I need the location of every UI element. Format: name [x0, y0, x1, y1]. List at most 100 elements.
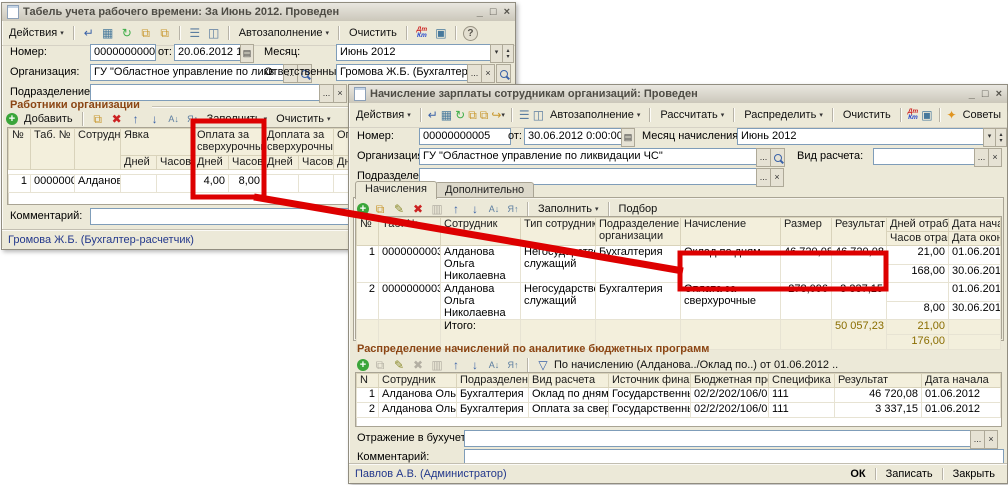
maximize-icon[interactable]: □: [490, 6, 497, 18]
month-spinner[interactable]: ▴▾: [995, 128, 1007, 147]
calc-kind-clear-icon[interactable]: ×: [988, 148, 1002, 167]
refresh-icon[interactable]: ↻: [455, 108, 465, 123]
copy-row-icon[interactable]: ⧉: [90, 112, 106, 127]
tips-button[interactable]: Советы: [960, 108, 1004, 122]
show-movements-icon[interactable]: ▦: [100, 26, 116, 41]
register-records-icon[interactable]: ▣: [921, 108, 932, 123]
split-view-icon[interactable]: ◫: [206, 26, 222, 41]
save-row-icon[interactable]: ▥: [429, 358, 445, 373]
move-down-icon[interactable]: ↓: [467, 202, 483, 217]
copy-icon[interactable]: ⧉: [468, 108, 477, 123]
timesheet-titlebar[interactable]: Табель учета рабочего времени: За Июнь 2…: [2, 3, 515, 21]
department-clear-icon[interactable]: ×: [333, 84, 347, 103]
add-row-button[interactable]: Добавить: [21, 112, 76, 126]
move-down-icon[interactable]: ↓: [467, 358, 483, 373]
department-lookup-button[interactable]: ...: [756, 168, 771, 187]
refresh-icon[interactable]: ↻: [119, 26, 135, 41]
fill-button[interactable]: Заполнить▾: [535, 202, 602, 216]
responsible-clear-icon[interactable]: ×: [481, 64, 495, 83]
organization-input[interactable]: ГУ "Областное управление по ликв: [90, 64, 290, 81]
responsible-search-icon[interactable]: [496, 64, 511, 83]
clear-button[interactable]: Очистить: [346, 26, 400, 40]
minimize-icon[interactable]: _: [477, 6, 483, 18]
save-button[interactable]: Записать: [880, 468, 939, 480]
move-up-icon[interactable]: ↑: [128, 112, 144, 127]
payroll-titlebar[interactable]: Начисление зарплаты сотрудникам организа…: [349, 85, 1007, 103]
minimize-icon[interactable]: _: [969, 88, 975, 100]
delete-row-icon[interactable]: ✖: [410, 202, 426, 217]
organization-lookup-button[interactable]: ...: [756, 148, 771, 167]
list-icon[interactable]: ☰: [187, 26, 203, 41]
move-up-icon[interactable]: ↑: [448, 358, 464, 373]
add-row-icon[interactable]: +: [357, 359, 369, 371]
date-input[interactable]: 30.06.2012 0:00:00: [524, 128, 627, 145]
ok-button[interactable]: ОК: [844, 468, 871, 480]
date-input[interactable]: 20.06.2012 12:00:00: [174, 44, 246, 61]
reflection-clear-icon[interactable]: ×: [984, 430, 998, 449]
department-lookup-button[interactable]: ...: [319, 84, 334, 103]
reflection-input[interactable]: [464, 430, 977, 447]
autofill-button[interactable]: Автозаполнение▾: [236, 26, 332, 40]
calendar-picker-icon[interactable]: ▤: [621, 128, 635, 147]
close-button[interactable]: Закрыть: [947, 468, 1001, 480]
save-row-icon[interactable]: ▥: [429, 202, 445, 217]
clear-button[interactable]: Очистить: [840, 108, 894, 122]
actions-button[interactable]: Действия▾: [353, 108, 414, 122]
post-document-icon[interactable]: ↵: [428, 108, 438, 123]
maximize-icon[interactable]: □: [982, 88, 989, 100]
actions-button[interactable]: Действия▾: [6, 26, 67, 40]
move-down-icon[interactable]: ↓: [147, 112, 163, 127]
copy-row-icon[interactable]: ⧉: [372, 202, 388, 217]
sort-desc-icon[interactable]: Я↑: [505, 202, 521, 217]
copy-row-icon[interactable]: ⧉: [372, 358, 388, 373]
show-movements-icon[interactable]: ▦: [441, 108, 452, 123]
list-icon[interactable]: ☰: [519, 108, 530, 123]
copy-new-icon[interactable]: ⧉: [480, 108, 489, 123]
sort-asc-icon[interactable]: А↓: [486, 358, 502, 373]
reflection-lookup-button[interactable]: ...: [970, 430, 985, 449]
edit-row-icon[interactable]: ✎: [391, 358, 407, 373]
delete-row-icon[interactable]: ✖: [109, 112, 125, 127]
add-row-icon[interactable]: +: [6, 113, 18, 125]
add-row-icon[interactable]: +: [357, 203, 369, 215]
month-spinner[interactable]: ▴▾: [502, 44, 514, 63]
copy-new-icon[interactable]: ⧉: [157, 26, 173, 41]
tips-icon[interactable]: ✦: [947, 108, 957, 123]
post-document-icon[interactable]: ↵: [81, 26, 97, 41]
calculate-button[interactable]: Рассчитать▾: [657, 108, 727, 122]
table-row[interactable]: 2 Алданова Ольга ... Бухгалтерия Оплата …: [357, 403, 1001, 418]
month-input[interactable]: Июнь 2012: [737, 128, 989, 145]
department-clear-icon[interactable]: ×: [770, 168, 784, 187]
copy-icon[interactable]: ⧉: [138, 26, 154, 41]
calc-kind-lookup-button[interactable]: ...: [974, 148, 989, 167]
distribute-button[interactable]: Распределить▾: [741, 108, 826, 122]
filter-icon[interactable]: ▽: [535, 358, 551, 373]
fill-button[interactable]: Заполнить▾: [204, 112, 271, 126]
clear-rows-button[interactable]: Очистить▾: [273, 112, 333, 126]
debit-credit-icon[interactable]: ДтКт: [908, 108, 918, 123]
responsible-input[interactable]: Громова Ж.Б. (Бухгалтер-расчетч: [336, 64, 474, 81]
tab-additional[interactable]: Дополнительно: [435, 182, 534, 198]
split-view-icon[interactable]: ◫: [533, 108, 544, 123]
number-input[interactable]: 00000000004: [90, 44, 156, 61]
organization-input[interactable]: ГУ "Областное управление по ликвидации Ч…: [419, 148, 763, 165]
sort-asc-icon[interactable]: А↓: [166, 112, 182, 127]
sort-desc-icon[interactable]: Я↑: [505, 358, 521, 373]
delete-row-icon[interactable]: ✖: [410, 358, 426, 373]
debit-credit-icon[interactable]: ДтКт: [414, 26, 430, 41]
close-icon[interactable]: ×: [996, 88, 1002, 100]
close-icon[interactable]: ×: [504, 6, 510, 18]
autofill-button[interactable]: Автозаполнение▾: [547, 108, 643, 122]
table-row[interactable]: 1 Алданова Ольга ... Бухгалтерия Оклад п…: [357, 388, 1001, 403]
register-records-icon[interactable]: ▣: [433, 26, 449, 41]
calc-kind-input[interactable]: [873, 148, 981, 165]
tab-accruals[interactable]: Начисления: [355, 181, 437, 199]
organization-search-icon[interactable]: [770, 148, 785, 167]
edit-row-icon[interactable]: ✎: [391, 202, 407, 217]
month-input[interactable]: Июнь 2012: [336, 44, 496, 61]
responsible-lookup-button[interactable]: ...: [467, 64, 482, 83]
pick-button[interactable]: Подбор: [616, 202, 661, 216]
sort-desc-icon[interactable]: Я↑: [185, 112, 201, 127]
calendar-picker-icon[interactable]: ▤: [240, 44, 254, 63]
table-row[interactable]: 1 0000000003 Алданова Ольга Николаевна Н…: [357, 246, 1001, 265]
